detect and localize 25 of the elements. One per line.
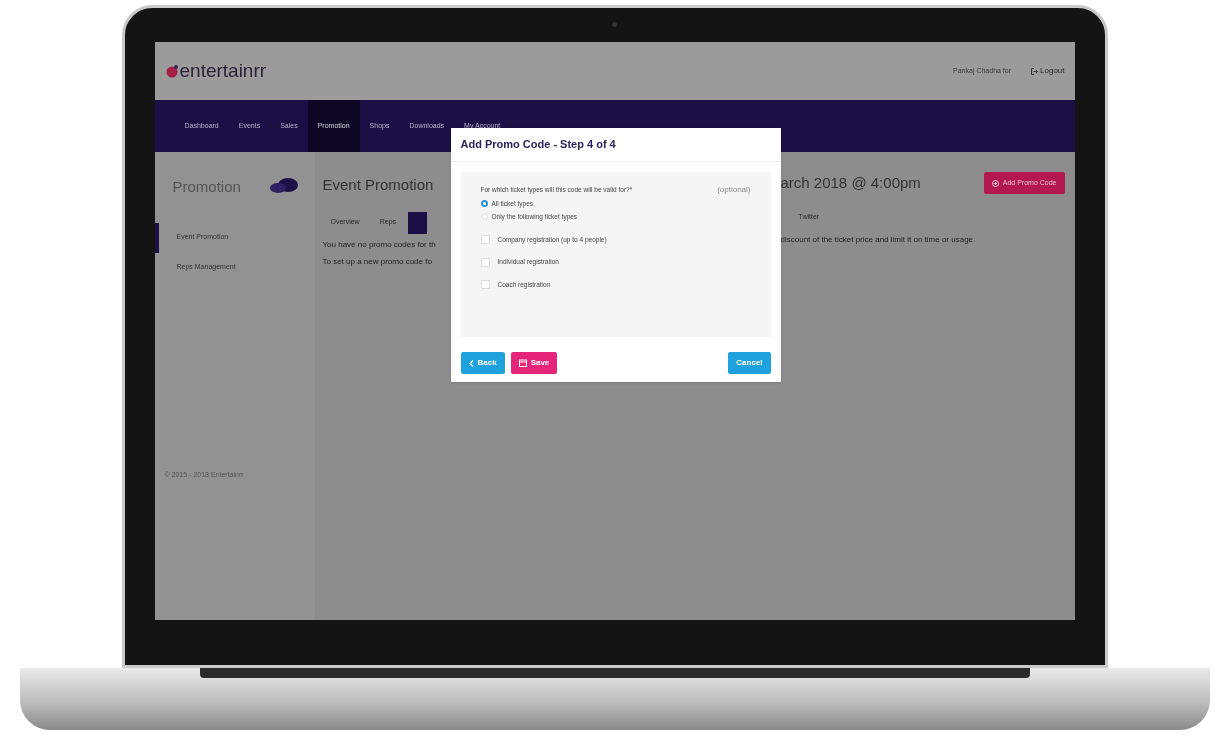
logo-text: entertainrr <box>179 58 267 83</box>
chevron-left-icon <box>468 359 474 367</box>
info-text: To set up a new promo code fo <box>322 255 433 268</box>
page-title: arch 2018 @ 4:00pm <box>780 173 921 193</box>
back-button[interactable]: Back <box>460 352 505 374</box>
tab[interactable] <box>408 211 428 234</box>
radio-button[interactable] <box>480 200 488 208</box>
info-text: discount of the ticket price and limit it on time or usage. <box>780 233 977 246</box>
logout-button[interactable]: Logout <box>1031 65 1065 77</box>
checkbox[interactable] <box>480 280 490 290</box>
logo-icon <box>164 64 179 78</box>
radio-button[interactable] <box>480 213 488 221</box>
checkbox[interactable] <box>480 234 490 244</box>
cancel-button[interactable]: Cancel <box>728 352 771 374</box>
sidebar-title: Promotion <box>172 177 241 197</box>
page-title: Event Promotion <box>322 175 435 195</box>
checkbox[interactable] <box>480 257 490 267</box>
save-button[interactable]: Save <box>510 352 558 374</box>
calendar-icon <box>518 359 527 367</box>
info-text: You have no promo codes for th <box>322 238 437 251</box>
camera-icon <box>612 22 617 27</box>
plus-circle-icon <box>991 179 999 187</box>
logout-icon <box>1031 67 1039 75</box>
hint-text: (optional) <box>717 184 751 196</box>
modal-title: Add Promo Code - Step 4 of 4 <box>460 137 616 153</box>
